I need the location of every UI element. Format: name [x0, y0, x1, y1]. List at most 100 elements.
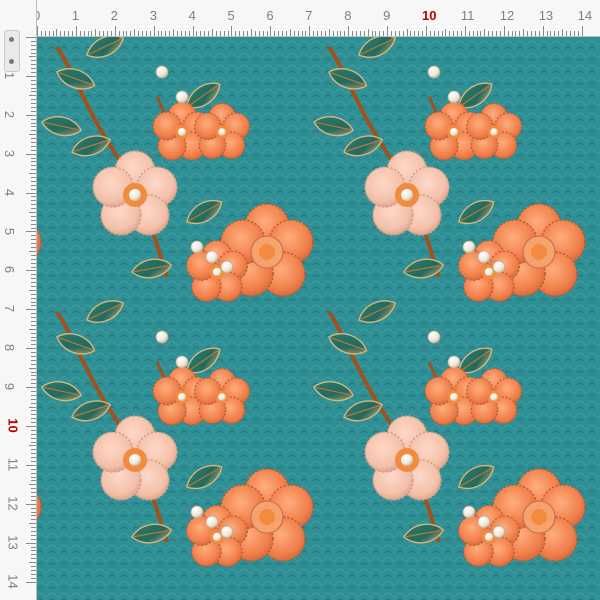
ruler-tick [31, 550, 36, 551]
ruler-tick [31, 527, 36, 528]
ruler-tick [31, 434, 36, 435]
ruler-tick [95, 29, 96, 36]
ruler-tick [31, 554, 36, 555]
ruler-tick [212, 29, 213, 36]
ruler-tick [31, 235, 36, 236]
ruler-tick [31, 391, 36, 392]
ruler-tick [31, 531, 36, 532]
ruler-tick [31, 496, 36, 497]
ruler-left-label: 12 [5, 496, 21, 511]
ruler-tick [29, 562, 36, 563]
ruler-tick [550, 31, 551, 36]
ruler-tick [255, 31, 256, 36]
ruler-tick [31, 68, 36, 69]
ruler-tick [263, 31, 264, 36]
ruler-tick [31, 64, 36, 65]
ruler-tick [508, 31, 509, 36]
ruler-top-label: 12 [499, 8, 515, 23]
ruler-tick [329, 29, 330, 36]
ruler-tick [31, 142, 36, 143]
ruler-left-label: 6 [2, 266, 18, 274]
ruler-tick [165, 31, 166, 36]
ruler-tick [185, 31, 186, 36]
ruler-tick [146, 31, 147, 36]
ruler-tick [26, 231, 36, 232]
ruler-left-label: 7 [2, 305, 18, 313]
ruler-tick [31, 49, 36, 50]
ruler-tick [31, 45, 36, 46]
ruler-top-label: 11 [460, 8, 475, 23]
ruler-tick [60, 31, 61, 36]
ruler-tick [26, 270, 36, 271]
ruler-tick [31, 333, 36, 334]
ruler-tick [570, 31, 571, 36]
ruler-tick [31, 360, 36, 361]
ruler-left-label: 1 [2, 71, 18, 80]
ruler-tick [515, 31, 516, 36]
ruler-tick [189, 31, 190, 36]
ruler-tick [512, 31, 513, 36]
ruler-tick [31, 547, 36, 548]
ruler-tick [115, 26, 116, 36]
ruler-tick [216, 31, 217, 36]
ruler-tick [317, 31, 318, 36]
ruler-tick [26, 504, 36, 505]
ruler-left-label: 10 [5, 418, 21, 433]
ruler-tick [31, 453, 36, 454]
ruler-tick [196, 31, 197, 36]
ruler-tick [76, 26, 77, 36]
ruler-left-label: 4 [2, 188, 18, 196]
ruler-tick [49, 31, 50, 36]
ruler-corner [0, 0, 36, 72]
ruler-tick [231, 26, 232, 36]
ruler-tick [154, 26, 155, 36]
ruler-tick [523, 29, 524, 36]
ruler-tick [368, 29, 369, 36]
ruler-tick [360, 31, 361, 36]
ruler-tick [504, 26, 505, 36]
ruler-tick [492, 31, 493, 36]
ruler-tick [309, 26, 310, 36]
ruler-tick [434, 31, 435, 36]
ruler-tick [340, 31, 341, 36]
ruler-tick [325, 31, 326, 36]
ruler-tick [204, 31, 205, 36]
ruler-tick [31, 103, 36, 104]
ruler-tick [554, 31, 555, 36]
ruler-tick [496, 31, 497, 36]
ruler-tick [31, 169, 36, 170]
ruler-left-label: 9 [2, 382, 18, 391]
ruler-tick [278, 31, 279, 36]
ruler-tick [29, 329, 36, 330]
ruler-tick [31, 274, 36, 275]
ruler-tick [391, 31, 392, 36]
ruler-tick [453, 31, 454, 36]
ruler-tick [31, 298, 36, 299]
ruler-tick [31, 558, 36, 559]
ruler-top-label: 4 [188, 8, 196, 23]
ruler-tick [31, 352, 36, 353]
ruler-tick [31, 239, 36, 240]
ruler-tick [26, 309, 36, 310]
ruler-tick [126, 31, 127, 36]
ruler-tick [519, 31, 520, 36]
ruler-tick [344, 31, 345, 36]
ruler-tick [477, 31, 478, 36]
ruler-tick [442, 31, 443, 36]
ruler-tick [119, 31, 120, 36]
ruler-tick [26, 154, 36, 155]
ruler-tick [31, 372, 36, 373]
ruler-tick [531, 31, 532, 36]
ruler-top-label: 10 [422, 8, 437, 23]
ruler-tick [445, 29, 446, 36]
ruler-tick [84, 31, 85, 36]
ruler-tick [31, 399, 36, 400]
ruler-top-label: 9 [383, 8, 391, 23]
ruler-tick [31, 508, 36, 509]
ruler-tick [31, 278, 36, 279]
ruler-tick [480, 31, 481, 36]
ruler-tick [274, 31, 275, 36]
ruler-tick [31, 60, 36, 61]
ruler-tick [539, 31, 540, 36]
ruler-tick [430, 31, 431, 36]
